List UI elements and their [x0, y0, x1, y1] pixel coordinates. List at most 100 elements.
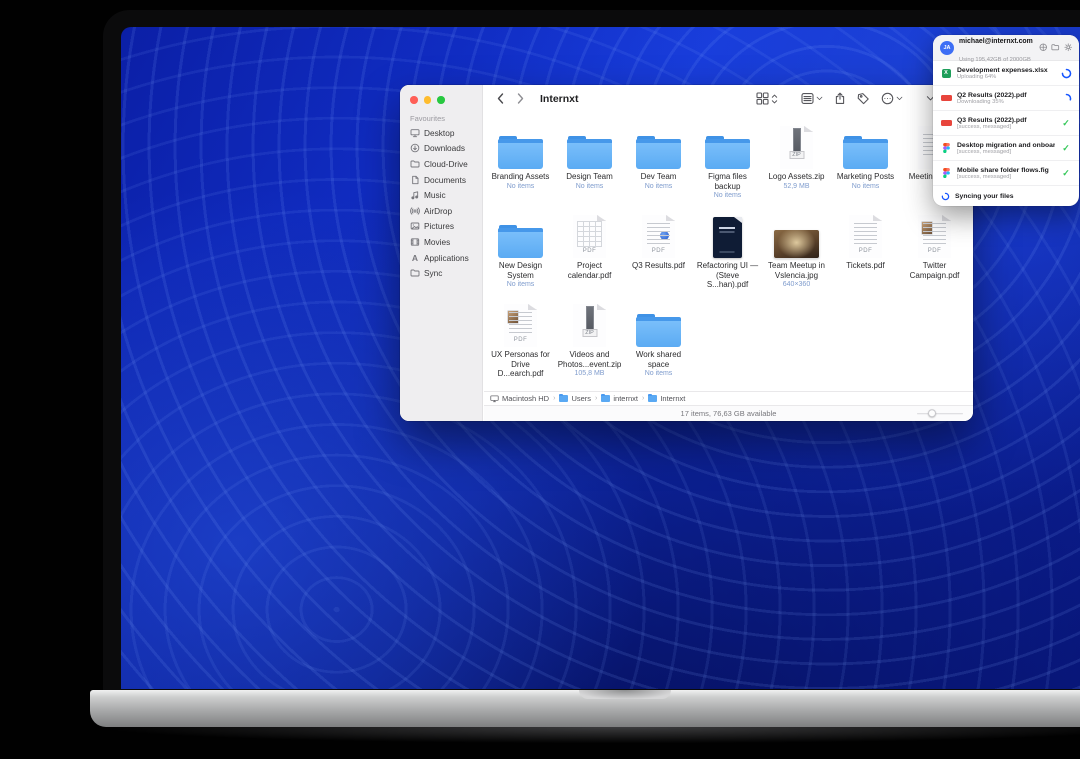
- folder-icon: [498, 136, 543, 169]
- file-item-new-design-system[interactable]: New Design System No items: [486, 210, 555, 299]
- sidebar-item-movies[interactable]: Movies: [406, 234, 480, 250]
- file-item-ux-personas-pdf[interactable]: PDF UX Personas for Drive D...earch.pdf: [486, 299, 555, 388]
- breadcrumb-separator: ›: [642, 395, 644, 402]
- file-item-q3-results-pdf[interactable]: PDF Q3 Results.pdf: [624, 210, 693, 299]
- music-note-icon: [410, 190, 420, 200]
- macbook-mockup: Favourites Desktop Downloads Cloud-Drive: [0, 0, 1080, 759]
- progress-spinner-icon: [1061, 68, 1072, 79]
- airdrop-icon: [410, 206, 420, 216]
- document-icon: [410, 175, 420, 185]
- sidebar-item-applications[interactable]: A Applications: [406, 250, 480, 266]
- globe-icon[interactable]: [1039, 43, 1048, 52]
- back-button[interactable]: [494, 93, 506, 104]
- sidebar-section-label: Favourites: [410, 114, 445, 123]
- laptop-base: [90, 690, 1080, 727]
- file-item-refactoring-ui-pdf[interactable]: Refactoring UI — (Steve S...han).pdf: [693, 210, 762, 299]
- close-button[interactable]: [410, 96, 418, 104]
- internxt-sync-popup: JA michael@internxt.com Using 195,42GB o…: [933, 35, 1079, 206]
- grid-view-icon: [756, 92, 769, 105]
- popup-header-actions: [1039, 43, 1073, 52]
- file-item-branding-assets[interactable]: Branding Assets No items: [486, 121, 555, 210]
- sidebar-item-downloads[interactable]: Downloads: [406, 141, 480, 157]
- folder-icon: [705, 136, 750, 169]
- file-item-logo-assets-zip[interactable]: ZIP Logo Assets.zip 52,9 MB: [762, 121, 831, 210]
- folder-icon: [601, 395, 610, 402]
- tag-icon: [857, 92, 870, 105]
- chevron-right-icon: [517, 93, 524, 104]
- file-item-design-team[interactable]: Design Team No items: [555, 121, 624, 210]
- hard-drive-icon: [490, 394, 499, 403]
- laptop-shadow: [110, 727, 1080, 743]
- sidebar-item-airdrop[interactable]: AirDrop: [406, 203, 480, 219]
- chart-dot: [660, 231, 669, 240]
- avatar: JA: [940, 41, 954, 55]
- account-info: michael@internxt.com Using 195,42GB of 2…: [959, 30, 1034, 66]
- sync-item-mobile-share-flows[interactable]: Mobile share folder flows.fig [success, …: [933, 161, 1079, 186]
- finder-window: Favourites Desktop Downloads Cloud-Drive: [400, 85, 973, 421]
- breadcrumb-users[interactable]: Users: [559, 394, 591, 403]
- toolbar-icons: [756, 85, 935, 112]
- excel-file-icon: X: [942, 69, 951, 78]
- file-item-videos-photos-zip[interactable]: ZIP Videos and Photos...event.zip 105,8 …: [555, 299, 624, 388]
- popup-header: JA michael@internxt.com Using 195,42GB o…: [933, 35, 1079, 61]
- breadcrumb-internxt-user[interactable]: internxt: [601, 394, 638, 403]
- sidebar-item-desktop[interactable]: Desktop: [406, 125, 480, 141]
- sync-item-q3-results[interactable]: Q3 Results (2022).pdf [success, messaged…: [933, 111, 1079, 136]
- folder-icon[interactable]: [1051, 43, 1060, 52]
- window-controls: [410, 96, 445, 104]
- applications-icon: A: [410, 253, 420, 263]
- chevron-left-icon: [497, 93, 504, 104]
- zip-file-icon: ZIP: [573, 304, 606, 347]
- breadcrumb-internxt-folder[interactable]: Internxt: [648, 394, 685, 403]
- breadcrumb-macintosh-hd[interactable]: Macintosh HD: [490, 394, 549, 403]
- sidebar-item-music[interactable]: Music: [406, 187, 480, 203]
- share-icon: [834, 92, 846, 105]
- finder-sidebar: Favourites Desktop Downloads Cloud-Drive: [400, 85, 483, 421]
- forward-button[interactable]: [514, 93, 526, 104]
- folder-icon: [843, 136, 888, 169]
- share-button[interactable]: [834, 92, 846, 105]
- gear-icon[interactable]: [1064, 43, 1073, 52]
- sidebar-item-sync[interactable]: Sync: [406, 265, 480, 281]
- slider-knob[interactable]: [928, 410, 936, 418]
- group-view-button[interactable]: [801, 92, 823, 105]
- tag-button[interactable]: [857, 92, 870, 105]
- group-view-icon: [801, 92, 814, 105]
- file-item-twitter-campaign-pdf[interactable]: PDF Twitter Campaign.pdf: [900, 210, 969, 299]
- sidebar-item-documents[interactable]: Documents: [406, 172, 480, 188]
- sidebar-item-cloud-drive[interactable]: Cloud-Drive: [406, 156, 480, 172]
- file-grid: Branding Assets No items Design Team No …: [486, 113, 973, 391]
- pdf-file-icon: [941, 120, 952, 126]
- pdf-file-icon: PDF: [504, 304, 537, 347]
- folder-icon: [410, 159, 420, 169]
- minimize-button[interactable]: [424, 96, 432, 104]
- sidebar-item-pictures[interactable]: Pictures: [406, 219, 480, 235]
- pdf-file-icon: [941, 95, 952, 101]
- sync-item-q2-results[interactable]: Q2 Results (2022).pdf Downloading 35%: [933, 86, 1079, 111]
- file-item-work-shared-space[interactable]: Work shared space No items: [624, 299, 693, 388]
- zoom-button[interactable]: [437, 96, 445, 104]
- breadcrumb: Macintosh HD › Users › internxt ›: [484, 391, 973, 405]
- folder-icon: [498, 225, 543, 258]
- file-item-tickets-pdf[interactable]: PDF Tickets.pdf: [831, 210, 900, 299]
- file-item-marketing-posts[interactable]: Marketing Posts No items: [831, 121, 900, 210]
- syncing-status-text: Syncing your files: [955, 193, 1014, 200]
- sort-stepper-icon: [771, 93, 778, 105]
- laptop-screen-wallpaper: Favourites Desktop Downloads Cloud-Drive: [121, 27, 1080, 689]
- more-options-button[interactable]: [881, 92, 903, 105]
- view-grid-button[interactable]: [756, 92, 778, 105]
- photo-thumbnail-icon: [774, 230, 819, 258]
- chevron-down-icon: [896, 95, 903, 102]
- desktop-icon: [410, 128, 420, 138]
- file-item-figma-files-backup[interactable]: Figma files backup No items: [693, 121, 762, 210]
- pdf-file-icon: PDF: [642, 215, 675, 258]
- sync-item-desktop-migration[interactable]: Desktop migration and onboardi... [succe…: [933, 136, 1079, 161]
- folder-icon: [636, 136, 681, 169]
- chevron-down-icon: [816, 95, 823, 102]
- file-item-dev-team[interactable]: Dev Team No items: [624, 121, 693, 210]
- icon-size-slider[interactable]: [917, 413, 963, 415]
- file-item-team-meetup-jpg[interactable]: Team Meetup in Vslencia.jpg 640×360: [762, 210, 831, 299]
- file-item-project-calendar-pdf[interactable]: PDF Project calendar.pdf: [555, 210, 624, 299]
- download-circle-icon: [410, 143, 420, 153]
- book-cover-icon: [713, 217, 742, 258]
